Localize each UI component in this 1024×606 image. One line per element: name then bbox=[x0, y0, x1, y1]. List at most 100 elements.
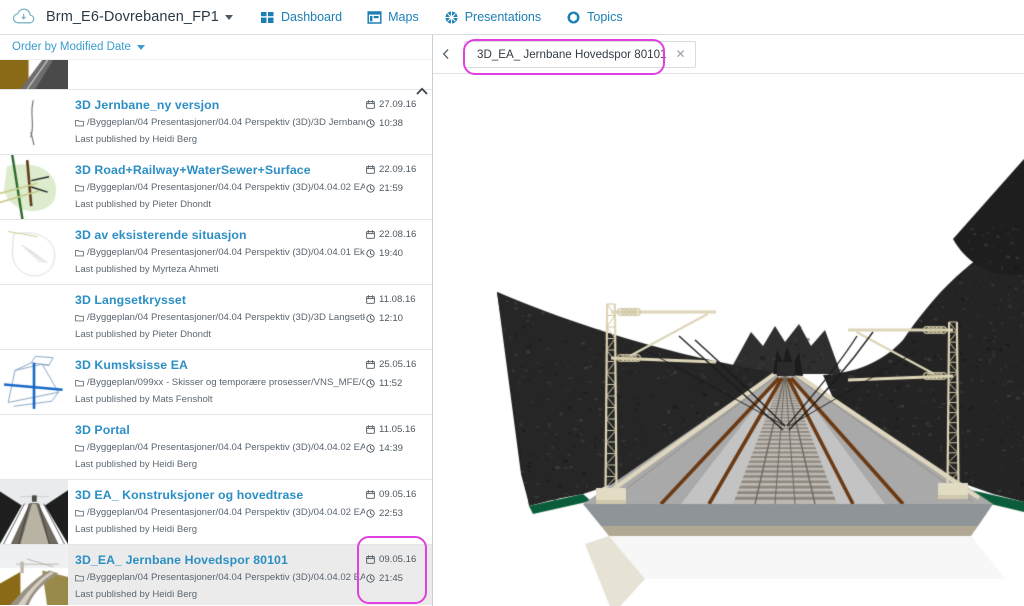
list-item-time: 22:53 bbox=[366, 508, 403, 519]
order-by-label: Order by Modified Date bbox=[12, 41, 131, 53]
list-item-body: 3D EA_ Konstruksjoner og hovedtrase/Bygg… bbox=[68, 480, 366, 544]
list-item[interactable]: 3D Langsetkrysset/Byggeplan/04 Presentas… bbox=[0, 285, 432, 350]
nav-item-dashboard[interactable]: Dashboard bbox=[260, 10, 342, 25]
list-item-meta: 25.05.16 11:52 bbox=[366, 350, 432, 414]
list-item-meta: 11.08.16 12:10 bbox=[366, 285, 432, 349]
cloud-icon bbox=[11, 7, 37, 27]
list-item-meta: 22.08.16 19:40 bbox=[366, 220, 432, 284]
thumbnail bbox=[0, 415, 68, 479]
chevron-left-icon[interactable] bbox=[433, 35, 459, 73]
list-item[interactable]: 3D EA_ Konstruksjoner og hovedtrase/Bygg… bbox=[0, 480, 432, 545]
list-item-time-text: 19:40 bbox=[379, 248, 403, 259]
list-item-title[interactable]: 3D Langsetkrysset bbox=[75, 293, 366, 307]
list-item-path: /Byggeplan/04 Presentasjoner/04.04 Persp… bbox=[75, 442, 365, 453]
list-item-path: /Byggeplan/04 Presentasjoner/04.04 Persp… bbox=[75, 182, 365, 193]
list-item-body: 3D Jernbane_ny versjon/Byggeplan/04 Pres… bbox=[68, 90, 366, 154]
list-item-meta: 11.05.16 14:39 bbox=[366, 415, 432, 479]
list-item-time-text: 12:10 bbox=[379, 313, 403, 324]
list-item-body: 3D Langsetkrysset/Byggeplan/04 Presentas… bbox=[68, 285, 366, 349]
list-item-path-text: /Byggeplan/04 Presentasjoner/04.04 Persp… bbox=[87, 442, 365, 453]
list-item-time: 11:52 bbox=[366, 378, 402, 389]
list-item[interactable]: 3D_EA_ Jernbane Hovedspor 80101/Byggepla… bbox=[0, 545, 432, 605]
list-item-path-text: /Byggeplan/04 Presentasjoner/04.04 Persp… bbox=[87, 182, 365, 193]
list-item-time-text: 10:38 bbox=[379, 118, 403, 129]
list-item-body bbox=[68, 60, 366, 89]
list-item-path-text: /Byggeplan/04 Presentasjoner/04.04 Persp… bbox=[87, 312, 365, 323]
list-item-date-text: 22.09.16 bbox=[379, 164, 416, 175]
list-item-body: 3D Portal/Byggeplan/04 Presentasjoner/04… bbox=[68, 415, 366, 479]
list-item-time-text: 14:39 bbox=[379, 443, 403, 454]
topic-shield-icon bbox=[566, 10, 581, 25]
project-title[interactable]: Brm_E6-Dovrebanen_FP1 bbox=[46, 9, 219, 25]
nav-item-topics[interactable]: Topics bbox=[566, 10, 622, 25]
document-list[interactable]: 3D Jernbane_ny versjon/Byggeplan/04 Pres… bbox=[0, 60, 432, 605]
list-item[interactable]: 3D Portal/Byggeplan/04 Presentasjoner/04… bbox=[0, 415, 432, 480]
list-item-title[interactable]: 3D av eksisterende situasjon bbox=[75, 228, 366, 242]
nav-item-maps[interactable]: Maps bbox=[367, 10, 419, 25]
list-item-date: 09.05.16 bbox=[366, 554, 416, 565]
list-item-title[interactable]: 3D Kumsksisse EA bbox=[75, 358, 366, 372]
list-item-path: /Byggeplan/099xx - Skisser og temporære … bbox=[75, 377, 365, 388]
chevron-up-icon[interactable] bbox=[415, 84, 429, 98]
list-item[interactable]: 3D av eksisterende situasjon/Byggeplan/0… bbox=[0, 220, 432, 285]
list-item-date-text: 09.05.16 bbox=[379, 554, 416, 565]
list-item-time: 10:38 bbox=[366, 118, 403, 129]
3d-scene-stage[interactable] bbox=[433, 74, 1024, 606]
list-item-container: 3D Jernbane_ny versjon/Byggeplan/04 Pres… bbox=[0, 90, 432, 605]
list-item-path-text: /Byggeplan/04 Presentasjoner/04.04 Persp… bbox=[87, 507, 365, 518]
chevron-down-icon[interactable] bbox=[225, 15, 233, 20]
list-item-title[interactable]: 3D EA_ Konstruksjoner og hovedtrase bbox=[75, 488, 366, 502]
list-item-time: 19:40 bbox=[366, 248, 403, 259]
nav-label-dashboard: Dashboard bbox=[281, 10, 342, 24]
list-item-time: 21:45 bbox=[366, 573, 403, 584]
list-item-date-text: 22.08.16 bbox=[379, 229, 416, 240]
list-item-date: 22.08.16 bbox=[366, 229, 416, 240]
list-item-path: /Byggeplan/04 Presentasjoner/04.04 Persp… bbox=[75, 572, 365, 583]
list-item-date: 22.09.16 bbox=[366, 164, 416, 175]
globe-icon bbox=[444, 10, 459, 25]
list-item[interactable]: 3D Road+Railway+WaterSewer+Surface/Bygge… bbox=[0, 155, 432, 220]
list-item-time-text: 21:59 bbox=[379, 183, 403, 194]
nav-item-presentations[interactable]: Presentations bbox=[444, 10, 541, 25]
list-item-title[interactable]: 3D Portal bbox=[75, 423, 366, 437]
chevron-down-icon[interactable] bbox=[137, 45, 145, 50]
thumbnail bbox=[0, 155, 68, 219]
list-item-publisher: Last published by Heidi Berg bbox=[75, 524, 366, 535]
dashboard-grid-icon bbox=[260, 10, 275, 25]
list-item-path-text: /Byggeplan/04 Presentasjoner/04.04 Persp… bbox=[87, 572, 365, 583]
list-item-title[interactable]: 3D Road+Railway+WaterSewer+Surface bbox=[75, 163, 366, 177]
viewer-tab-bar: 3D_EA_ Jernbane Hovedspor 80101 ✕ bbox=[433, 35, 1024, 74]
list-item-path: /Byggeplan/04 Presentasjoner/04.04 Persp… bbox=[75, 312, 365, 323]
list-item-meta: 22.09.16 21:59 bbox=[366, 155, 432, 219]
list-item-title[interactable]: 3D_EA_ Jernbane Hovedspor 80101 bbox=[75, 553, 366, 567]
list-item[interactable] bbox=[0, 60, 432, 90]
order-by-control[interactable]: Order by Modified Date bbox=[0, 35, 432, 60]
list-item-publisher: Last published by Myrteza Ahmeti bbox=[75, 264, 366, 275]
list-item-publisher: Last published by Heidi Berg bbox=[75, 589, 366, 600]
list-item-publisher: Last published by Heidi Berg bbox=[75, 134, 366, 145]
list-item-meta: 09.05.16 21:45 bbox=[366, 545, 432, 605]
list-item-date: 11.08.16 bbox=[366, 294, 416, 305]
list-item-path: /Byggeplan/04 Presentasjoner/04.04 Persp… bbox=[75, 117, 365, 128]
list-item-date: 25.05.16 bbox=[366, 359, 416, 370]
list-item-time: 14:39 bbox=[366, 443, 403, 454]
list-item-publisher: Last published by Pieter Dhondt bbox=[75, 329, 366, 340]
list-item-body: 3D Kumsksisse EA/Byggeplan/099xx - Skiss… bbox=[68, 350, 366, 414]
list-item[interactable]: 3D Jernbane_ny versjon/Byggeplan/04 Pres… bbox=[0, 90, 432, 155]
list-item-publisher: Last published by Mats Fensholt bbox=[75, 394, 366, 405]
document-tab[interactable]: 3D_EA_ Jernbane Hovedspor 80101 ✕ bbox=[464, 41, 696, 68]
thumbnail bbox=[0, 480, 68, 544]
close-icon[interactable]: ✕ bbox=[676, 48, 686, 60]
list-item-time-text: 11:52 bbox=[379, 378, 402, 389]
thumbnail bbox=[0, 90, 68, 154]
list-item-title[interactable]: 3D Jernbane_ny versjon bbox=[75, 98, 366, 112]
list-item-body: 3D_EA_ Jernbane Hovedspor 80101/Byggepla… bbox=[68, 545, 366, 605]
list-item-path-text: /Byggeplan/099xx - Skisser og temporære … bbox=[87, 377, 365, 388]
list-item-time: 12:10 bbox=[366, 313, 403, 324]
thumbnail bbox=[0, 60, 68, 89]
railway-3d-perspective[interactable] bbox=[433, 74, 1024, 606]
document-list-panel: Order by Modified Date 3D Jernbane_ny ve… bbox=[0, 35, 433, 606]
list-item-date-text: 11.08.16 bbox=[379, 294, 416, 305]
document-tab-label: 3D_EA_ Jernbane Hovedspor 80101 bbox=[477, 48, 667, 61]
list-item[interactable]: 3D Kumsksisse EA/Byggeplan/099xx - Skiss… bbox=[0, 350, 432, 415]
